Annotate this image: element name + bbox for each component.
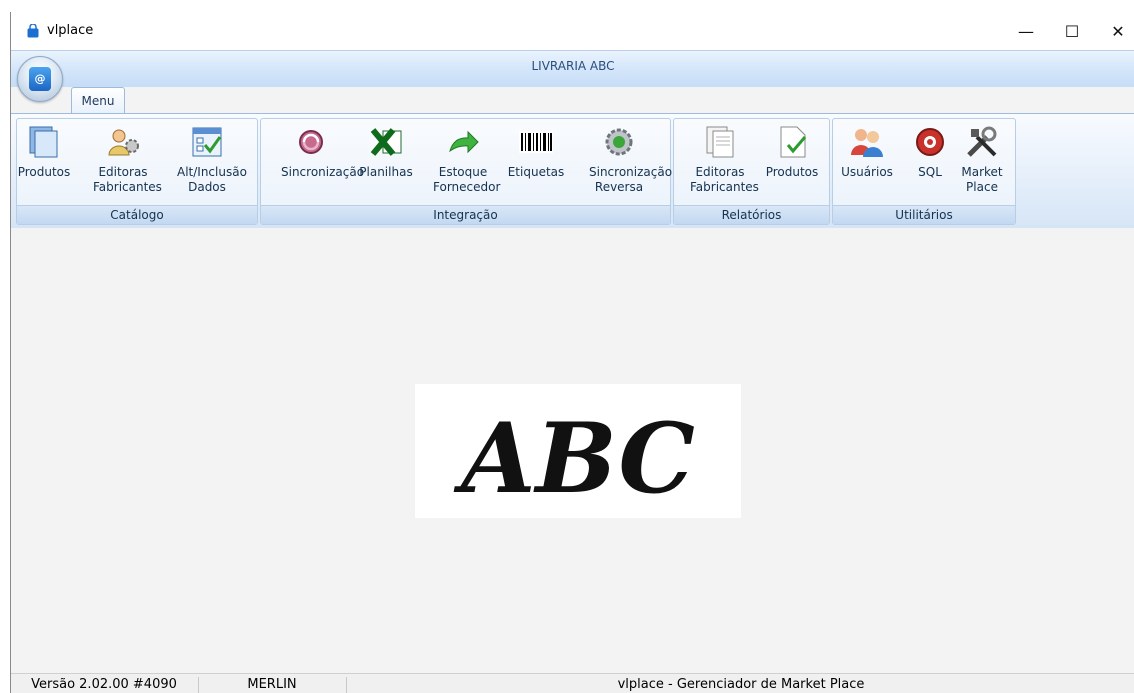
status-host: MERLIN — [247, 677, 297, 692]
relatorio-editoras-fabricantes-label: Editoras Fabricantes — [690, 165, 759, 194]
sql-icon — [916, 128, 944, 156]
reverse-sync-icon — [605, 128, 633, 156]
users-gear-icon — [108, 129, 139, 156]
produtos-label: Produtos — [17, 165, 71, 179]
sincronizacao-label: Sincronização — [281, 165, 365, 179]
usuarios-label: Usuários — [841, 165, 893, 179]
documents-icon — [29, 126, 58, 158]
etiquetas-button[interactable]: Etiquetas — [508, 123, 564, 205]
status-version: Versão 2.02.00 #4090 — [31, 677, 177, 692]
tab-menu[interactable]: Menu — [71, 87, 125, 115]
ribbon-panel: Produtos Editoras Fabricantes Alt/Inclus… — [11, 113, 1134, 229]
abc-logo-graphic: ABC — [453, 402, 695, 515]
usuarios-button[interactable]: Usuários — [841, 123, 893, 205]
barcode-icon — [519, 131, 553, 153]
tools-icon — [967, 126, 997, 157]
window-title: vlplace — [47, 23, 94, 38]
estoque-fornecedor-button[interactable]: Estoque Fornecedor — [433, 123, 500, 205]
market-place-label: Market Place — [961, 165, 1003, 194]
group-catalogo: Produtos Editoras Fabricantes Alt/Inclus… — [16, 118, 258, 225]
app-window: vlplace — ☐ ✕ LIVRARIA ABC @ Menu Produt… — [10, 12, 1134, 693]
form-check-icon — [192, 127, 222, 157]
report-check-icon — [780, 126, 807, 158]
app-orb-icon: @ — [29, 67, 51, 91]
relatorio-editoras-fabricantes-button[interactable]: Editoras Fabricantes — [690, 123, 759, 205]
excel-icon — [370, 128, 402, 156]
relatorio-produtos-label: Produtos — [765, 165, 819, 179]
alt-inclusao-dados-label: Alt/Inclusão Dados — [177, 165, 247, 194]
app-header-title: LIVRARIA ABC — [531, 59, 615, 73]
alt-inclusao-dados-button[interactable]: Alt/Inclusão Dados — [177, 123, 247, 205]
shopping-bag-icon — [27, 24, 39, 38]
editoras-fabricantes-label: Editoras Fabricantes — [93, 165, 162, 194]
sql-label: SQL — [918, 165, 942, 179]
relatorio-produtos-button[interactable]: Produtos — [766, 123, 818, 205]
market-place-button[interactable]: Market Place — [961, 123, 1003, 205]
sincronizacao-reversa-label: Sincronização Reversa — [589, 165, 673, 194]
planilhas-label: Planilhas — [359, 165, 413, 179]
sincronizacao-reversa-button[interactable]: Sincronização Reversa — [589, 123, 672, 205]
company-logo: ABC — [415, 384, 741, 518]
maximize-button[interactable]: ☐ — [1049, 12, 1095, 50]
group-label-integracao: Integração — [261, 205, 670, 224]
users-icon — [851, 129, 883, 157]
group-utilitarios: Usuários SQL Market Place Utilitários — [832, 118, 1016, 225]
group-label-catalogo: Catálogo — [17, 205, 257, 224]
status-app-name: vlplace - Gerenciador de Market Place — [617, 677, 865, 692]
minimize-button[interactable]: — — [1003, 12, 1049, 50]
estoque-fornecedor-label: Estoque Fornecedor — [433, 165, 501, 194]
etiquetas-label: Etiquetas — [507, 165, 565, 179]
title-bar[interactable]: vlplace — ☐ ✕ — [11, 12, 1134, 50]
green-arrow-icon — [449, 130, 479, 154]
group-integracao: Sincronização Planilhas Estoque Forneced… — [260, 118, 672, 225]
planilhas-button[interactable]: Planilhas — [359, 123, 413, 205]
group-label-relatorios: Relatórios — [674, 205, 829, 224]
close-button[interactable]: ✕ — [1095, 12, 1134, 50]
group-label-utilitarios: Utilitários — [833, 205, 1015, 224]
status-bar: Versão 2.02.00 #4090 MERLIN vlplace - Ge… — [11, 673, 1134, 693]
sql-button[interactable]: SQL — [910, 123, 950, 205]
group-relatorios: Editoras Fabricantes Produtos Relatórios — [673, 118, 830, 225]
main-workspace: ABC — [11, 228, 1134, 673]
editoras-fabricantes-button[interactable]: Editoras Fabricantes — [93, 123, 162, 205]
sincronizacao-button[interactable]: Sincronização — [281, 123, 364, 205]
report-pages-icon — [706, 126, 734, 158]
sync-icon — [299, 130, 323, 154]
application-menu-button[interactable]: @ — [17, 56, 63, 102]
logo-text: ABC — [453, 402, 695, 515]
produtos-button[interactable]: Produtos — [18, 123, 70, 205]
